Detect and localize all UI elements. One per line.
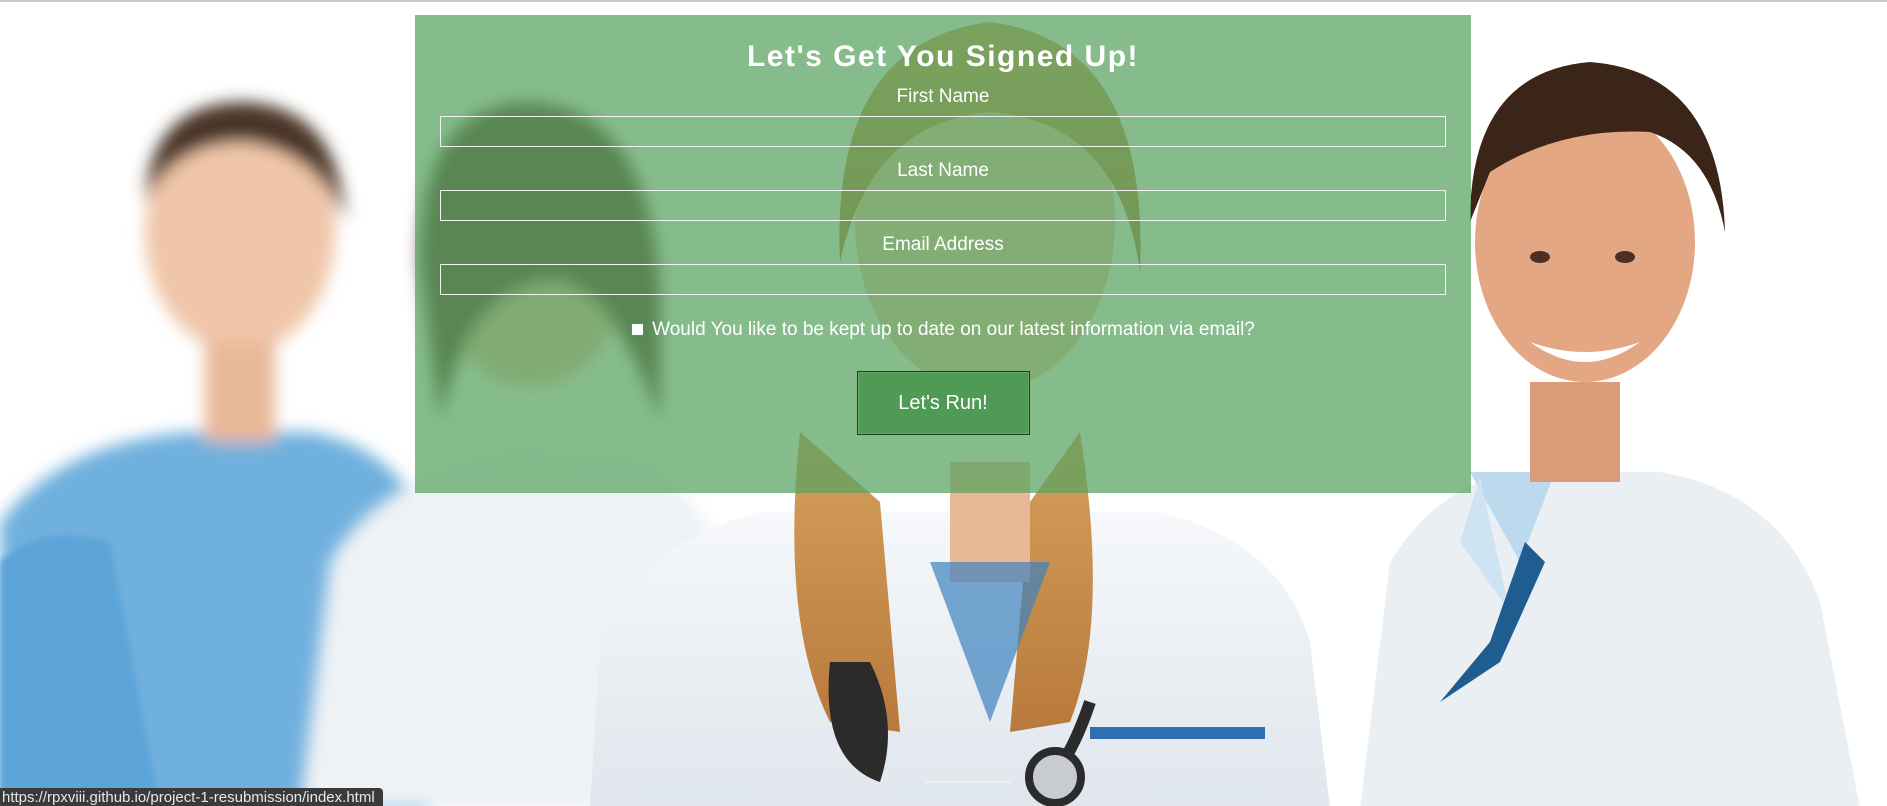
first-name-label: First Name <box>896 86 990 107</box>
form-title: Let's Get You Signed Up! <box>746 40 1140 73</box>
signup-form: Let's Get You Signed Up! First Name Last… <box>415 15 1471 493</box>
newsletter-option: Would You like to be kept up to date on … <box>415 319 1471 341</box>
newsletter-checkbox[interactable] <box>631 322 645 336</box>
signup-page: Let's Get You Signed Up! First Name Last… <box>0 0 1887 806</box>
first-name-input[interactable] <box>440 116 1446 147</box>
submit-button[interactable]: Let's Run! <box>856 371 1030 435</box>
email-address-label: Email Address <box>882 234 1004 255</box>
status-bar-link-preview: https://rpxviii.github.io/project-1-resu… <box>0 788 383 806</box>
last-name-input[interactable] <box>440 190 1446 221</box>
email-address-input[interactable] <box>440 264 1446 295</box>
newsletter-label: Would You like to be kept up to date on … <box>652 319 1255 340</box>
last-name-label: Last Name <box>897 160 989 181</box>
